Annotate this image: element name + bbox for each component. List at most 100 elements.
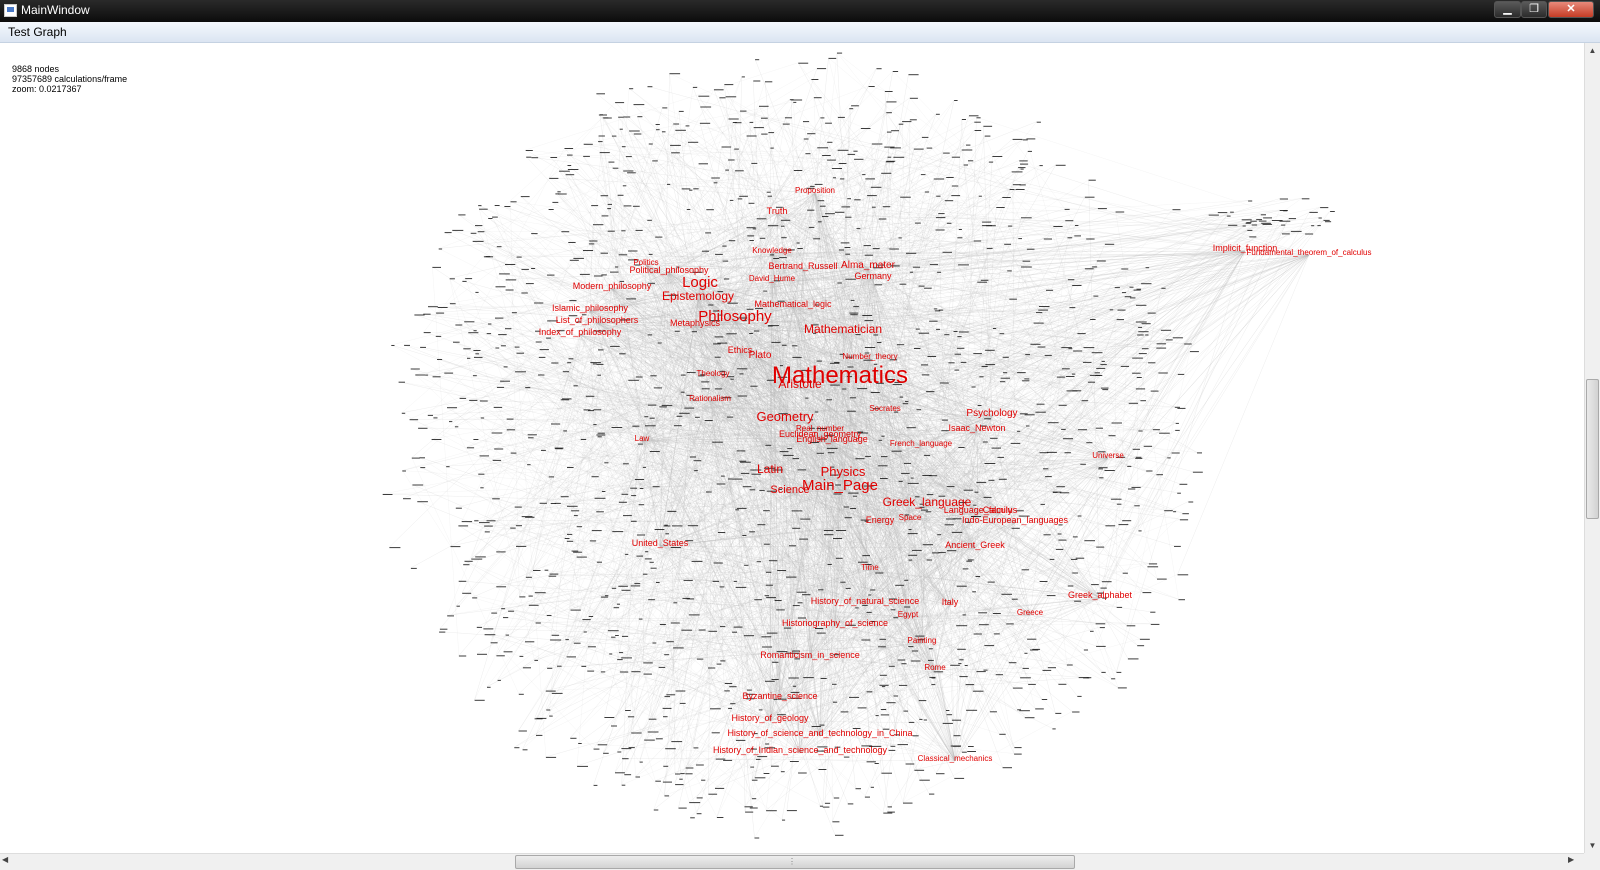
graph-node-label[interactable]: Historiography_of_science	[782, 618, 888, 628]
graph-node-label[interactable]: Painting	[908, 636, 937, 645]
graph-node-label[interactable]: Rationalism	[689, 394, 731, 403]
graph-node-label[interactable]: Theology	[697, 369, 730, 378]
graph-node-label[interactable]: History_of_science_and_technology_in_Chi…	[727, 728, 912, 738]
graph-node-label[interactable]: English_language	[796, 434, 868, 444]
graph-node-label[interactable]: Classical_mechanics	[918, 754, 993, 763]
graph-node	[886, 112, 892, 114]
vertical-scroll-thumb[interactable]	[1586, 379, 1599, 519]
graph-visualization[interactable]: MathematicsPhilosophyLogicMain_PagePhysi…	[0, 43, 1584, 853]
graph-node-label[interactable]: Byzantine_science	[742, 691, 817, 701]
graph-node-label[interactable]: Geometry	[756, 409, 814, 424]
graph-node	[972, 591, 976, 593]
graph-node-label[interactable]: Socrates	[869, 404, 901, 413]
graph-node	[623, 170, 634, 172]
graph-node-label[interactable]: Italy	[942, 597, 959, 607]
graph-node	[726, 333, 737, 335]
graph-node-label[interactable]: Mathematician	[804, 322, 882, 336]
graph-node-label[interactable]: Psychology	[966, 408, 1017, 419]
graph-node-label[interactable]: Space	[899, 513, 922, 522]
graph-node-label[interactable]: Bertrand_Russell	[768, 261, 837, 271]
graph-node-label[interactable]: Isaac_Newton	[948, 423, 1005, 433]
graph-node-label[interactable]: Latin	[757, 462, 783, 476]
graph-node-label[interactable]: Energy	[866, 515, 895, 525]
graph-node-label[interactable]: Physics	[821, 464, 866, 479]
graph-node-label[interactable]: Law	[635, 434, 650, 443]
graph-node-label[interactable]: Truth	[767, 206, 788, 216]
graph-node-label[interactable]: List_of_philosophers	[556, 315, 639, 325]
graph-node-label[interactable]: Ancient_Greek	[945, 540, 1005, 550]
graph-node-label[interactable]: Romanticism_in_science	[760, 650, 860, 660]
graph-node-label[interactable]: Mathematical_logic	[754, 299, 832, 309]
graph-node-label[interactable]: Calculus	[983, 505, 1018, 515]
close-button[interactable]: ✕	[1548, 1, 1594, 18]
graph-node	[1099, 477, 1104, 479]
menu-item-test-graph[interactable]: Test Graph	[8, 25, 67, 39]
graph-node-label[interactable]: Germany	[854, 271, 892, 281]
graph-node	[1080, 463, 1086, 465]
graph-node	[1024, 414, 1035, 416]
graph-node	[864, 796, 870, 798]
graph-node	[465, 278, 473, 280]
graph-node-label[interactable]: Plato	[749, 350, 772, 361]
graph-node-label[interactable]: Knowledge	[752, 246, 792, 255]
graph-node	[583, 409, 591, 411]
graph-node-label[interactable]: Fundamental_theorem_of_calculus	[1247, 248, 1372, 257]
graph-node-label[interactable]: History_of_geology	[731, 713, 809, 723]
graph-node	[1171, 452, 1180, 454]
graph-node-label[interactable]: Main_Page	[802, 477, 878, 494]
graph-node-label[interactable]: Proposition	[795, 186, 835, 195]
graph-node-label[interactable]: Number_theory	[842, 352, 897, 361]
graph-node-label[interactable]: Politics	[633, 258, 658, 267]
graph-node	[449, 421, 453, 423]
graph-node	[958, 264, 969, 266]
graph-node	[763, 290, 768, 292]
graph-node-label[interactable]: Time	[861, 563, 879, 572]
graph-node-label[interactable]: Modern_philosophy	[573, 281, 652, 291]
graph-node	[1009, 298, 1017, 300]
graph-node	[541, 449, 546, 451]
title-bar[interactable]: MainWindow ▁ ❐ ✕	[0, 0, 1600, 22]
graph-canvas[interactable]: Mathematics Philosophy Logic Main_Page Physi…	[0, 43, 1584, 853]
graph-node	[499, 273, 510, 275]
graph-node	[1058, 404, 1067, 406]
graph-node	[1098, 467, 1108, 469]
graph-node-label[interactable]: Metaphysics	[670, 318, 721, 328]
graph-node-label[interactable]: History_of_natural_science	[811, 596, 920, 606]
graph-node-label[interactable]: Science	[770, 484, 809, 496]
scroll-down-icon[interactable]: ▼	[1585, 838, 1600, 853]
graph-node	[666, 641, 674, 643]
graph-node-label[interactable]: Egypt	[898, 610, 919, 619]
graph-node	[653, 809, 659, 811]
graph-node-label[interactable]: French_language	[890, 439, 953, 448]
graph-node-label[interactable]: Real_number	[796, 424, 844, 433]
graph-node-label[interactable]: Islamic_philosophy	[552, 303, 629, 313]
graph-node	[932, 552, 940, 554]
graph-node	[712, 441, 723, 443]
maximize-button[interactable]: ❐	[1521, 1, 1547, 18]
graph-node-label[interactable]: David_Hume	[749, 274, 796, 283]
graph-node-label[interactable]: Epistemology	[662, 289, 734, 303]
scroll-left-icon[interactable]: ◀	[2, 855, 8, 864]
graph-node	[1148, 563, 1158, 565]
graph-node	[1318, 217, 1322, 219]
graph-node	[958, 663, 962, 665]
graph-node-label[interactable]: Greek_alphabet	[1068, 590, 1133, 600]
graph-node	[1055, 548, 1064, 550]
graph-node	[1124, 296, 1132, 298]
graph-node-label[interactable]: Universe	[1092, 451, 1124, 460]
vertical-scrollbar[interactable]: ▲ ▼	[1584, 43, 1600, 853]
horizontal-scroll-thumb[interactable]: ⋮	[515, 855, 1075, 869]
graph-node-label[interactable]: Greece	[1017, 608, 1044, 617]
graph-node-label[interactable]: Rome	[924, 663, 946, 672]
graph-node-label[interactable]: Indo-European_languages	[962, 515, 1069, 525]
graph-node-label[interactable]: Aristotle	[778, 377, 822, 391]
graph-node-label[interactable]: Alma_mater	[841, 260, 896, 271]
minimize-button[interactable]: ▁	[1494, 1, 1521, 18]
graph-node	[701, 779, 706, 781]
graph-node-label[interactable]: History_of_Indian_science_and_technology	[713, 745, 888, 755]
horizontal-scrollbar[interactable]: ◀ ⋮ ▶	[0, 853, 1584, 870]
graph-node-label[interactable]: Index_of_philosophy	[539, 327, 622, 337]
scroll-right-icon[interactable]: ▶	[1568, 855, 1574, 864]
scroll-up-icon[interactable]: ▲	[1585, 43, 1600, 58]
graph-node-label[interactable]: United_States	[632, 538, 689, 548]
